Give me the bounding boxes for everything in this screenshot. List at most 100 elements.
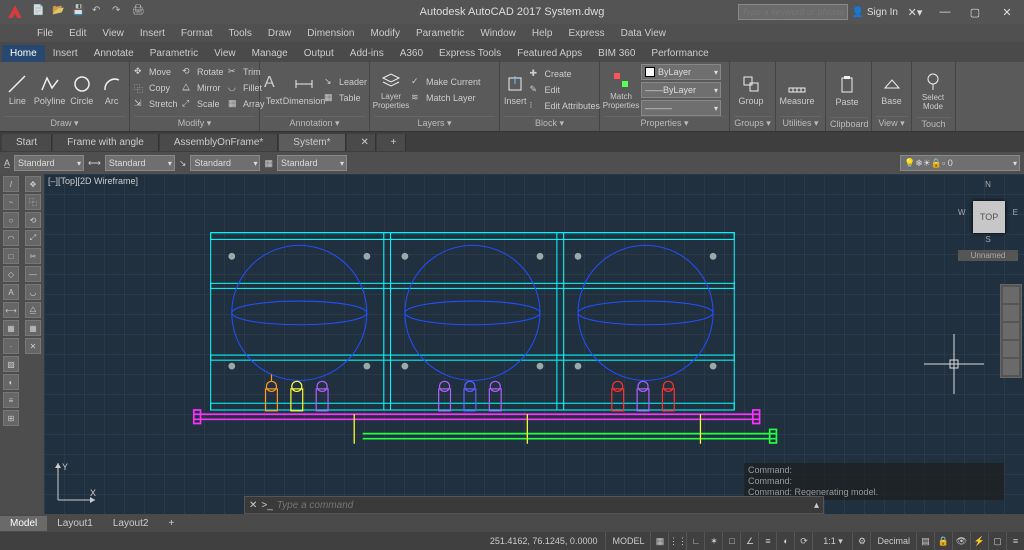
panel-title[interactable]: Layers ▾ (374, 116, 495, 129)
tool-icon[interactable]: ◡ (25, 284, 41, 300)
signin-link[interactable]: 👤 Sign In (852, 7, 898, 18)
panel-title[interactable]: Block ▾ (504, 116, 595, 129)
help-search-input[interactable] (738, 4, 848, 20)
file-tab[interactable]: AssemblyOnFrame* (160, 134, 278, 151)
textstyle-icon[interactable]: A̲ (4, 158, 10, 168)
nav-pan-icon[interactable] (1003, 305, 1019, 321)
dimstyle-combo[interactable]: Standard (105, 155, 175, 171)
tool-icon[interactable]: ~ (3, 194, 19, 210)
leader-button[interactable]: ↘Leader (324, 75, 367, 90)
mirror-button[interactable]: ⧋Mirror (182, 80, 224, 95)
ribbon-tab-express-tools[interactable]: Express Tools (431, 45, 509, 62)
polar-toggle-icon[interactable]: ✶ (704, 532, 722, 550)
layer-properties-button[interactable]: Layer Properties (374, 66, 408, 114)
isolate-toggle-icon[interactable]: 👁 (952, 532, 970, 550)
tool-icon[interactable]: ⧋ (25, 302, 41, 318)
menu-draw[interactable]: Draw (261, 26, 298, 41)
ortho-toggle-icon[interactable]: ∟ (686, 532, 704, 550)
minimize-button[interactable]: — (932, 2, 958, 22)
trim-button[interactable]: ✂Trim (228, 64, 265, 79)
menu-data-view[interactable]: Data View (614, 26, 673, 41)
menu-express[interactable]: Express (561, 26, 611, 41)
ribbon-tab-output[interactable]: Output (296, 45, 342, 62)
nav-zoom-icon[interactable] (1003, 323, 1019, 339)
tool-icon[interactable]: ◇ (3, 266, 19, 282)
lineweight-toggle-icon[interactable]: ≡ (758, 532, 776, 550)
viewcube-s[interactable]: S (958, 235, 1018, 244)
menu-file[interactable]: File (30, 26, 60, 41)
tablestyle-icon[interactable]: ▦ (264, 158, 273, 169)
ribbon-tab-view[interactable]: View (206, 45, 244, 62)
file-tab[interactable]: Start (2, 134, 52, 151)
maximize-button[interactable]: ▢ (962, 2, 988, 22)
clean-screen-icon[interactable]: ▢ (988, 532, 1006, 550)
viewcube-w[interactable]: W (958, 208, 966, 217)
tool-icon[interactable]: · (3, 338, 19, 354)
ribbon-tab-home[interactable]: Home (2, 45, 45, 62)
nav-showmotion-icon[interactable] (1003, 359, 1019, 375)
panel-title[interactable]: Draw ▾ (4, 116, 125, 129)
command-menu-icon[interactable]: ▴ (814, 500, 819, 511)
file-tab[interactable]: System* (279, 134, 345, 151)
file-tab[interactable]: Frame with angle (53, 134, 159, 151)
units-button[interactable]: Decimal (870, 532, 916, 550)
linetype-combo[interactable]: —— ByLayer (641, 82, 721, 98)
tool-icon[interactable]: ▦ (3, 320, 19, 336)
model-viewport[interactable]: [–][Top][2D Wireframe] (44, 174, 1024, 514)
undo-icon[interactable]: ↶ (92, 5, 106, 19)
viewcube-ucs-label[interactable]: Unnamed (958, 250, 1018, 261)
annoscale-toggle-icon[interactable]: 1:1 ▾ (812, 532, 852, 550)
rotate-button[interactable]: ⟲Rotate (182, 64, 224, 79)
paste-button[interactable]: Paste (830, 67, 864, 115)
customize-status-icon[interactable]: ≡ (1006, 532, 1024, 550)
scale-button[interactable]: ⤢Scale (182, 96, 224, 111)
menu-edit[interactable]: Edit (62, 26, 93, 41)
close-button[interactable]: ✕ (992, 2, 1022, 22)
mleaderstyle-combo[interactable]: Standard (190, 155, 260, 171)
tool-icon[interactable]: — (25, 266, 41, 282)
table-button[interactable]: ▦Table (324, 91, 367, 106)
menu-window[interactable]: Window (473, 26, 523, 41)
file-tab-close-icon[interactable]: ✕ (347, 134, 376, 151)
textstyle-combo[interactable]: Standard (14, 155, 84, 171)
viewcube-n[interactable]: N (958, 180, 1018, 189)
workspace-toggle-icon[interactable]: ⚙ (852, 532, 870, 550)
group-button[interactable]: Group (734, 66, 768, 114)
edit-attributes-button[interactable]: ⁝Edit Attributes (530, 99, 601, 114)
snap-toggle-icon[interactable]: ⋮⋮ (668, 532, 686, 550)
transparency-toggle-icon[interactable]: ◐ (776, 532, 794, 550)
viewcube-face[interactable]: TOP (973, 201, 1005, 233)
menu-modify[interactable]: Modify (364, 26, 407, 41)
arc-button[interactable]: Arc (98, 66, 125, 114)
layout-tab-layout1[interactable]: Layout1 (47, 516, 103, 531)
hardware-accel-icon[interactable]: ⚡ (970, 532, 988, 550)
lineweight-combo[interactable]: ——— (641, 100, 721, 116)
dimstyle-icon[interactable]: ⟷ (88, 158, 101, 169)
menu-parametric[interactable]: Parametric (409, 26, 471, 41)
file-tab-new-icon[interactable]: + (377, 134, 406, 151)
tool-icon[interactable]: ⟲ (25, 212, 41, 228)
tool-icon[interactable]: ⊞ (3, 410, 19, 426)
quickprops-toggle-icon[interactable]: ▤ (916, 532, 934, 550)
match-properties-button[interactable]: Match Properties (604, 66, 638, 114)
menu-tools[interactable]: Tools (222, 26, 259, 41)
panel-title[interactable]: Annotation ▾ (264, 116, 365, 129)
ribbon-tab-annotate[interactable]: Annotate (86, 45, 142, 62)
panel-title[interactable]: View ▾ (876, 116, 907, 129)
panel-title[interactable]: Groups ▾ (734, 116, 771, 129)
mleaderstyle-icon[interactable]: ↘ (179, 158, 187, 169)
polyline-button[interactable]: Polyline (34, 66, 66, 114)
print-icon[interactable]: 🖨 (132, 5, 146, 19)
menu-dimension[interactable]: Dimension (300, 26, 361, 41)
edit-block-button[interactable]: ✎Edit (530, 83, 601, 98)
layer-combo[interactable]: 💡❄☀🔒▫ 0 (900, 155, 1020, 171)
redo-icon[interactable]: ↷ (112, 5, 126, 19)
new-icon[interactable]: 📄 (32, 5, 46, 19)
measure-button[interactable]: Measure (780, 66, 814, 114)
ribbon-tab-parametric[interactable]: Parametric (142, 45, 206, 62)
ribbon-tab-manage[interactable]: Manage (244, 45, 296, 62)
coordinates-readout[interactable]: 251.4162, 76.1245, 0.0000 (482, 536, 606, 546)
tool-icon[interactable]: ◐ (3, 374, 19, 390)
menu-view[interactable]: View (95, 26, 131, 41)
menu-insert[interactable]: Insert (133, 26, 172, 41)
